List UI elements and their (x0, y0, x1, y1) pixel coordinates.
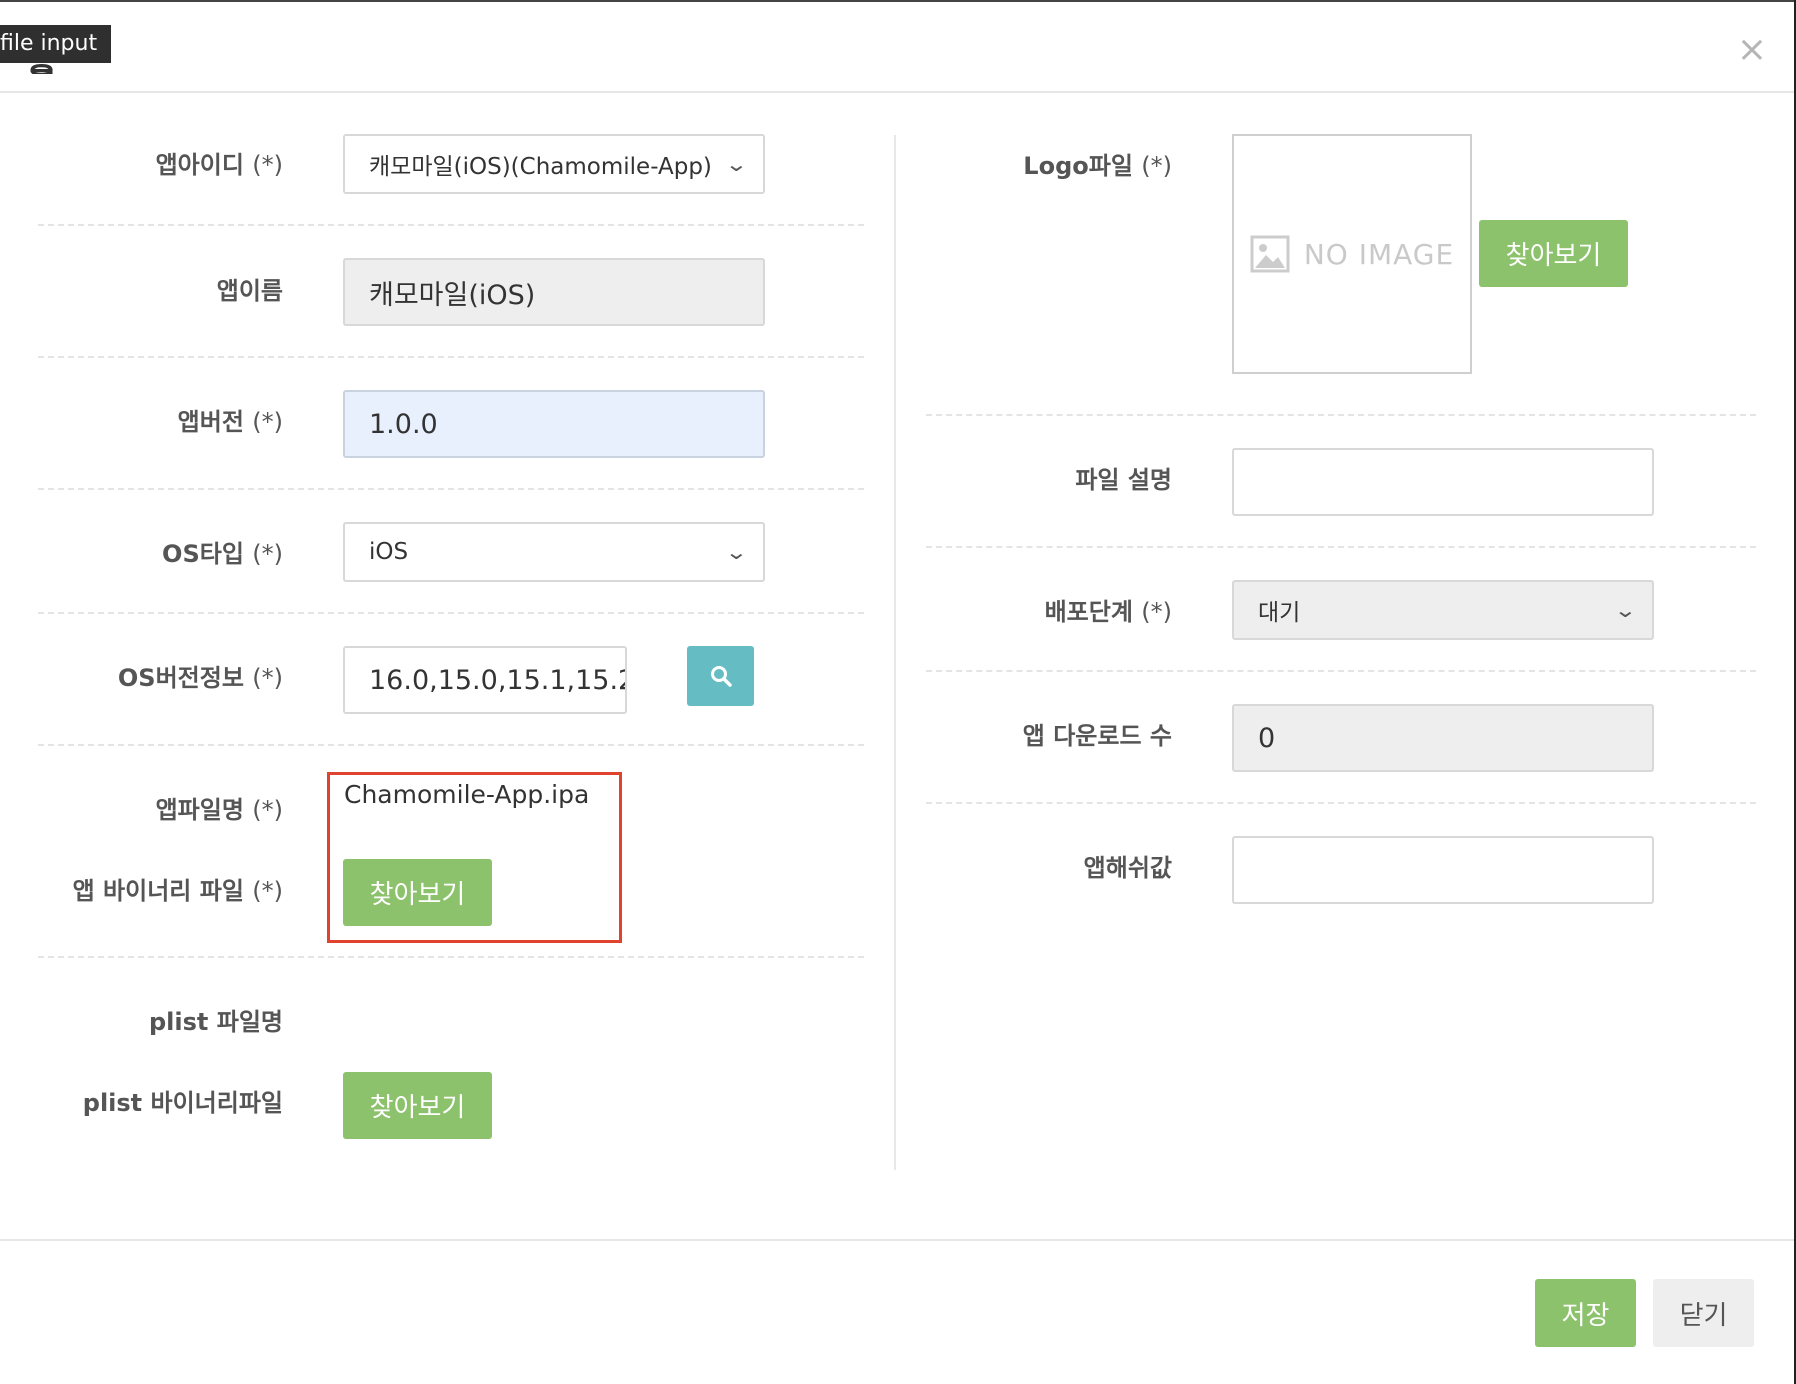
row-divider (38, 356, 864, 358)
app-filename-value: Chamomile-App.ipa (344, 780, 590, 809)
chevron-down-icon: ⌄ (1613, 598, 1638, 622)
os-version-search-button[interactable] (687, 646, 754, 706)
download-count-label: 앱 다운로드 수 (1022, 722, 1172, 750)
file-description-input[interactable] (1232, 448, 1654, 516)
deploy-stage-selected-value: 대기 (1258, 600, 1301, 626)
os-type-select[interactable]: iOS ⌄ (343, 522, 765, 582)
header-divider (0, 91, 1794, 93)
app-hash-input[interactable] (1232, 836, 1654, 904)
os-type-selected-value: iOS (369, 539, 409, 565)
app-hash-label: 앱해쉬값 (1083, 854, 1172, 882)
app-binary-label-text: 앱 바이너리 파일 (72, 877, 244, 905)
column-divider (894, 135, 896, 1170)
os-version-label: OS버전정보 (*) (40, 662, 283, 694)
image-placeholder-icon (1250, 235, 1290, 273)
file-input-tooltip: file input (0, 25, 112, 63)
close-icon[interactable]: × (1732, 30, 1772, 70)
logo-file-label-text: Logo파일 (1023, 152, 1133, 180)
required-mark: (*) (252, 151, 283, 179)
required-mark: (*) (252, 408, 283, 436)
no-image-text: NO IMAGE (1303, 237, 1455, 271)
app-filename-label: 앱파일명 (*) (40, 794, 283, 826)
logo-preview: NO IMAGE (1232, 134, 1472, 374)
chevron-down-icon: ⌄ (724, 540, 749, 564)
deploy-stage-label-text: 배포단계 (1044, 598, 1133, 626)
required-mark: (*) (252, 877, 283, 905)
app-id-label: 앱아이디 (*) (40, 149, 283, 181)
app-filename-label-text: 앱파일명 (155, 796, 244, 824)
row-divider (38, 488, 864, 490)
required-mark: (*) (1141, 152, 1172, 180)
chevron-down-icon: ⌄ (724, 152, 749, 176)
app-version-label: 앱버전 (*) (40, 406, 283, 438)
plist-binary-label: plist 바이너리파일 (82, 1089, 283, 1117)
os-type-label-text: OS타입 (162, 540, 244, 568)
app-binary-browse-button[interactable]: 찾아보기 (343, 859, 492, 926)
file-description-label: 파일 설명 (1075, 466, 1172, 494)
row-divider (38, 224, 864, 226)
download-count-field: 0 (1232, 704, 1654, 772)
app-binary-label: 앱 바이너리 파일 (*) (40, 875, 283, 907)
row-divider (38, 744, 864, 746)
row-divider (926, 802, 1756, 804)
plist-binary-browse-button[interactable]: 찾아보기 (343, 1072, 492, 1139)
search-icon (710, 666, 732, 687)
app-id-select[interactable]: 캐모마일(iOS)(Chamomile-App) ⌄ (343, 134, 765, 194)
os-type-label: OS타입 (*) (40, 538, 283, 570)
required-mark: (*) (252, 540, 283, 568)
close-button[interactable]: 닫기 (1653, 1279, 1754, 1347)
row-divider (38, 612, 864, 614)
logo-browse-button[interactable]: 찾아보기 (1479, 220, 1628, 287)
row-divider (926, 546, 1756, 548)
os-version-label-text: OS버전정보 (117, 664, 244, 692)
app-version-label-text: 앱버전 (177, 408, 244, 436)
row-divider (926, 670, 1756, 672)
required-mark: (*) (1141, 598, 1172, 626)
logo-file-label: Logo파일 (*) (930, 150, 1172, 182)
save-button[interactable]: 저장 (1535, 1279, 1636, 1347)
required-mark: (*) (252, 664, 283, 692)
app-id-label-text: 앱아이디 (155, 151, 244, 179)
required-mark: (*) (252, 796, 283, 824)
row-divider (38, 956, 864, 958)
app-name-field: 캐모마일(iOS) (343, 258, 765, 326)
deploy-stage-select[interactable]: 대기 ⌄ (1232, 580, 1654, 640)
os-version-input[interactable]: 16.0,15.0,15.1,15.2 (343, 646, 627, 714)
app-id-selected-value: 캐모마일(iOS)(Chamomile-App) (369, 154, 712, 180)
deploy-stage-label: 배포단계 (*) (930, 596, 1172, 628)
plist-filename-label: plist 파일명 (149, 1008, 283, 1036)
footer-divider (0, 1239, 1794, 1241)
app-version-input[interactable]: 1.0.0 (343, 390, 765, 458)
app-name-label: 앱이름 (216, 277, 283, 305)
row-divider (926, 414, 1756, 416)
modal-top-edge (0, 0, 1796, 2)
